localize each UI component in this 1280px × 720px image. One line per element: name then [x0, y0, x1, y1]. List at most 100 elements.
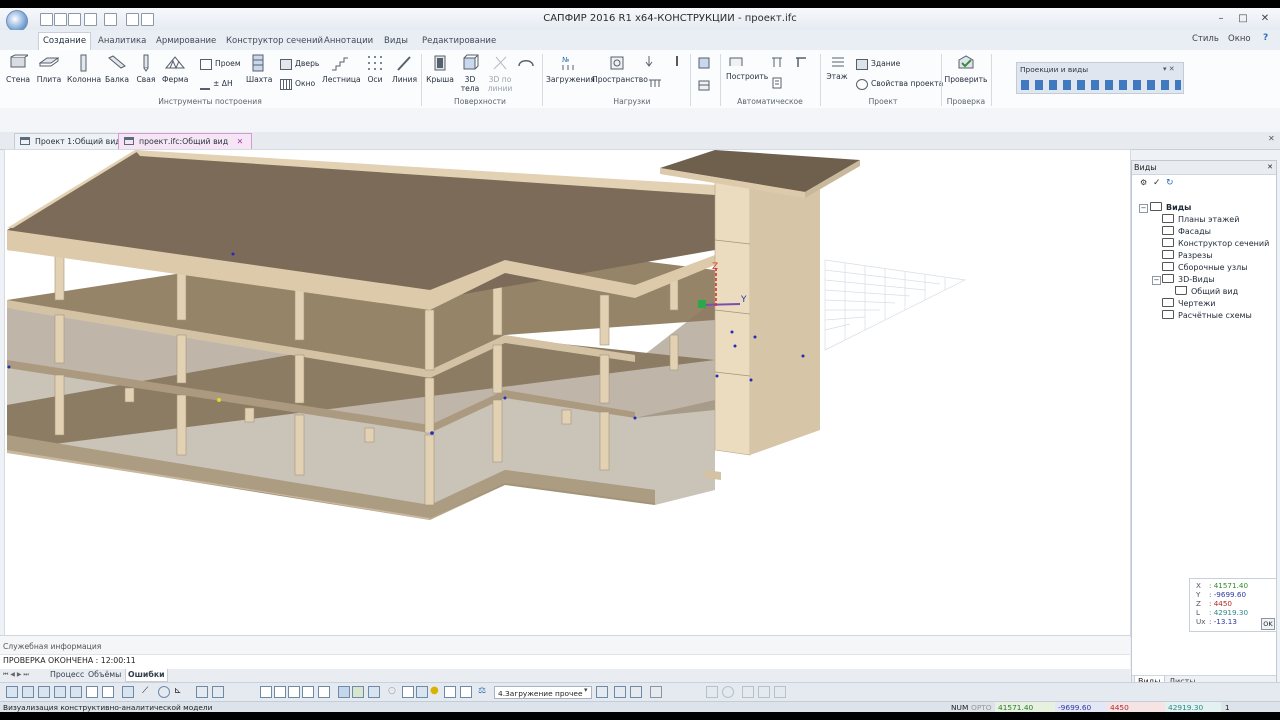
settings-icon[interactable]: ⚙	[1140, 178, 1147, 187]
build-button[interactable]: Построить	[726, 72, 768, 81]
tree-item-floor-plans[interactable]: Планы этажей	[1162, 214, 1239, 225]
3d-viewport[interactable]: Y Z	[4, 149, 1131, 637]
line-button[interactable]: Линия	[392, 54, 417, 84]
display-mode-icon[interactable]	[288, 686, 300, 698]
lightbulb-icon[interactable]: ●	[430, 686, 442, 698]
tree-item-section-designer[interactable]: Конструктор сечений	[1162, 238, 1269, 249]
load-cases-button[interactable]: № Загружения	[546, 54, 595, 84]
undo-icon[interactable]	[84, 13, 97, 26]
tree-item-calc-schemes[interactable]: Расчётные схемы	[1162, 310, 1252, 321]
close-button[interactable]: ✕	[1258, 12, 1272, 25]
display-mode-icon[interactable]	[274, 686, 286, 698]
report-icon[interactable]	[460, 686, 472, 698]
building-model[interactable]: Y Z	[5, 150, 1130, 636]
help-icon[interactable]: ?	[1263, 33, 1268, 43]
display-mode-icon[interactable]	[260, 686, 272, 698]
grid-icon[interactable]	[196, 686, 208, 698]
window-button[interactable]: Окно	[280, 78, 315, 90]
slab-button[interactable]: Плита	[36, 54, 62, 84]
surface-tool-button[interactable]	[516, 54, 536, 75]
close-document-icon[interactable]: ✕	[1268, 134, 1275, 143]
projection-buttons[interactable]	[1021, 80, 1181, 90]
filter-funnel-icon[interactable]	[630, 686, 642, 698]
tab-creation[interactable]: Создание	[38, 32, 92, 51]
open-file-icon[interactable]	[54, 13, 67, 26]
doc-tab-project-ifc[interactable]: проект.ifc:Общий вид ✕	[118, 133, 253, 149]
tree-item-assembly-nodes[interactable]: Сборочные узлы	[1162, 262, 1248, 273]
quick-access-menu-icon[interactable]	[141, 13, 154, 26]
snap-tool-icon[interactable]	[54, 686, 66, 698]
filter-icon[interactable]	[416, 686, 428, 698]
tree-collapse-icon[interactable]: −	[1152, 276, 1161, 285]
auto-column-icon[interactable]	[697, 78, 711, 92]
printer-icon[interactable]	[650, 686, 662, 698]
point-load-icon[interactable]	[644, 55, 654, 67]
tree-item-general-view[interactable]: Общий вид	[1175, 286, 1238, 297]
level-offset-button[interactable]: ± ΔН	[200, 78, 233, 90]
layers-icon[interactable]	[122, 686, 134, 698]
filter-funnel-icon[interactable]	[614, 686, 626, 698]
opening-button[interactable]: Проем	[200, 58, 241, 70]
shaft-button[interactable]: Шахта	[246, 54, 272, 84]
project-properties-button[interactable]: Свойства проекта	[856, 78, 943, 90]
display-mode-icon[interactable]	[318, 686, 330, 698]
door-button[interactable]: Дверь	[280, 58, 319, 70]
floor-button[interactable]: Этаж	[824, 72, 850, 81]
doc-tab-project1[interactable]: Проект 1:Общий вид	[14, 133, 130, 149]
auto-frame-icon[interactable]	[794, 55, 808, 69]
tree-item-views[interactable]: Виды	[1150, 202, 1191, 213]
grid-icon[interactable]	[212, 686, 224, 698]
app-logo-icon[interactable]	[6, 10, 28, 32]
tab-views[interactable]: Виды	[380, 33, 412, 49]
force-load-icon[interactable]	[672, 55, 682, 67]
analytic-model-icon[interactable]	[338, 686, 350, 698]
roof-button[interactable]: Крыша	[426, 54, 454, 84]
solid-3d-button[interactable]: 3D тела	[458, 54, 482, 93]
tab-process[interactable]: Процесс	[48, 669, 86, 681]
column-button[interactable]: Колонна	[67, 54, 101, 84]
distributed-load-icon[interactable]	[648, 78, 662, 88]
truss-button[interactable]: Ферма	[162, 54, 188, 84]
coords-ok-button[interactable]: OK	[1261, 618, 1275, 630]
axes-button[interactable]: Оси	[364, 54, 386, 84]
close-tab-icon[interactable]: ✕	[237, 137, 244, 146]
tree-item-facades[interactable]: Фасады	[1162, 226, 1211, 237]
views-panel-close-icon[interactable]: ✕	[1267, 161, 1273, 174]
beam-button[interactable]: Балка	[105, 54, 129, 84]
table-icon[interactable]	[444, 686, 456, 698]
auto-walls-icon[interactable]	[728, 54, 744, 68]
building-button[interactable]: Здание	[856, 58, 900, 70]
stair-button[interactable]: Лестница	[322, 54, 361, 84]
chevron-down-icon[interactable]: ▾	[584, 686, 588, 694]
auto-sheets-icon[interactable]	[770, 76, 784, 90]
view-mode-icon[interactable]	[86, 686, 98, 698]
snap-tool-icon[interactable]	[70, 686, 82, 698]
snap-tool-icon[interactable]	[6, 686, 18, 698]
tab-editing[interactable]: Редактирование	[418, 33, 500, 49]
style-menu[interactable]: Стиль	[1192, 34, 1219, 44]
tree-collapse-icon[interactable]: −	[1139, 204, 1148, 213]
render-mode-icon[interactable]	[368, 686, 380, 698]
tab-section-designer[interactable]: Конструктор сечений	[222, 33, 327, 49]
tree-item-3d-views[interactable]: 3D-Виды	[1162, 274, 1215, 285]
load-case-select[interactable]: 4.Загружение прочее	[494, 686, 592, 699]
tab-volumes[interactable]: Объёмы	[86, 669, 123, 681]
maximize-button[interactable]: □	[1236, 12, 1250, 25]
wall-button[interactable]: Стена	[6, 54, 30, 84]
redo-icon[interactable]	[104, 13, 117, 26]
space-button[interactable]: Пространство	[592, 54, 648, 84]
measure-icon[interactable]: ⟋	[142, 686, 154, 698]
snap-tool-icon[interactable]	[38, 686, 50, 698]
filter-funnel-icon[interactable]	[596, 686, 608, 698]
auto-floor-icon[interactable]	[697, 56, 711, 70]
snap-tool-icon[interactable]	[22, 686, 34, 698]
tab-annotations[interactable]: Аннотации	[320, 33, 377, 49]
section-icon[interactable]	[402, 686, 414, 698]
target-icon[interactable]	[158, 686, 170, 698]
ortho-icon[interactable]: ⊾	[174, 686, 186, 698]
print-icon[interactable]	[126, 13, 139, 26]
view-mode-icon[interactable]	[102, 686, 114, 698]
refresh-icon[interactable]: ↻	[1166, 178, 1174, 188]
floor-icon[interactable]	[830, 54, 846, 70]
tab-analytics[interactable]: Аналитика	[94, 33, 150, 49]
